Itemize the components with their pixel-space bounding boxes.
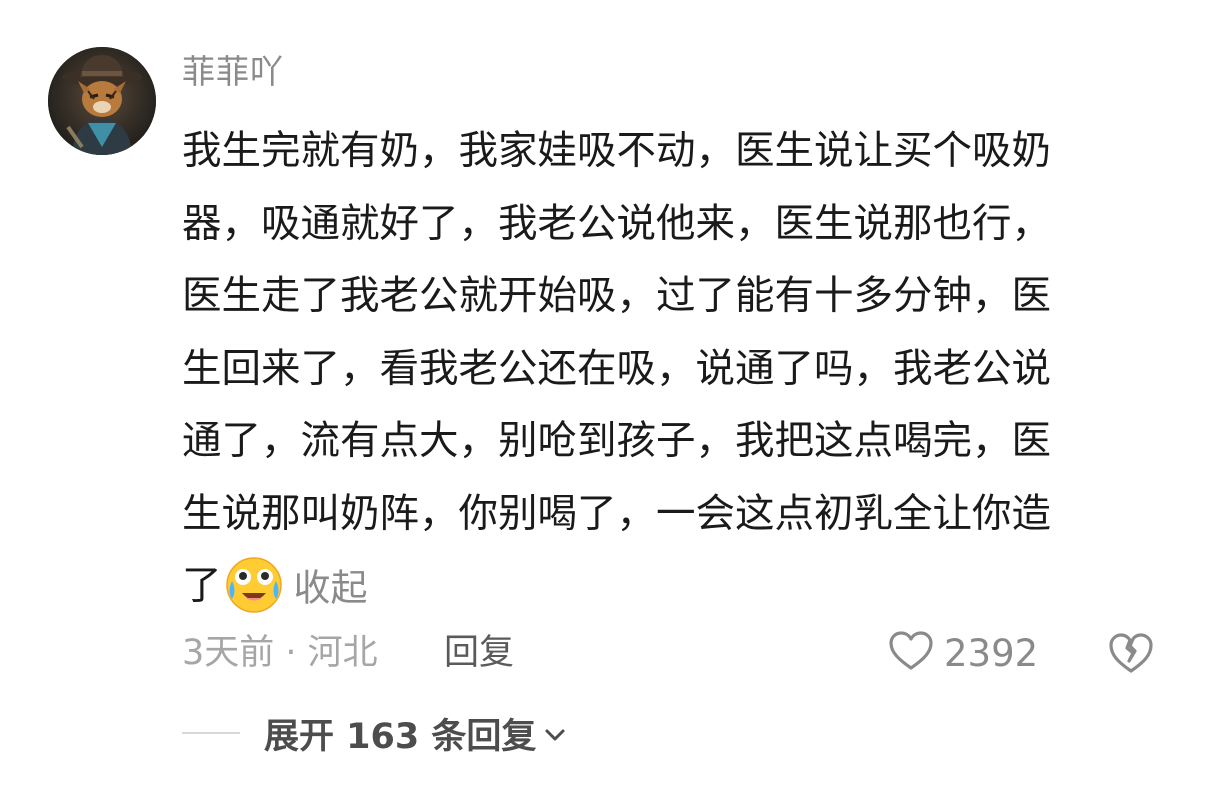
comment-text-line: 通了，流有点大，别呛到孩子，我把这点喝完，医 xyxy=(182,418,1051,464)
chevron-down-icon xyxy=(544,727,566,746)
comment-text-line: 我生完就有奶，我家娃吸不动，医生说让买个吸奶 xyxy=(182,128,1051,174)
reply-button[interactable]: 回复 xyxy=(444,625,514,681)
expand-replies-label: 展开 163 条回复 xyxy=(264,716,537,757)
like-button[interactable]: 2392 xyxy=(888,625,1038,681)
user-avatar[interactable] xyxy=(48,47,156,155)
comment-body: 我生完就有奶，我家娃吸不动，医生说让买个吸奶 器，吸通就好了，我老公说他来，医生… xyxy=(182,115,1152,623)
expand-replies-button[interactable]: 展开 163 条回复 xyxy=(182,707,566,759)
comment-username[interactable]: 菲菲吖 xyxy=(182,50,284,94)
comment-time-location: 3天前 · 河北 xyxy=(182,633,378,673)
comment-last-line: 了 收起 xyxy=(182,550,1152,623)
like-count: 2392 xyxy=(944,631,1039,675)
comment-text-line: 器，吸通就好了，我老公说他来，医生说那也行， xyxy=(182,200,1051,247)
crying-laughing-emoji-icon xyxy=(224,555,284,615)
comment-text-line: 医生走了我老公就开始吸，过了能有十多分钟，医 xyxy=(182,273,1051,319)
comment-text-line: 了 xyxy=(182,563,222,609)
collapse-button[interactable]: 收起 xyxy=(294,566,368,609)
comment-text-line: 生回来了，看我老公还在吸，说通了吗，我老公说 xyxy=(182,345,1051,392)
comment-text-line: 生说那叫奶阵，你别喝了，一会这点初乳全让你造 xyxy=(182,490,1051,537)
heart-icon xyxy=(888,630,934,676)
broken-heart-icon[interactable] xyxy=(1108,631,1154,679)
comment-meta-row: 3天前 · 河北 回复 2392 xyxy=(182,625,1162,681)
divider-line xyxy=(182,732,240,734)
